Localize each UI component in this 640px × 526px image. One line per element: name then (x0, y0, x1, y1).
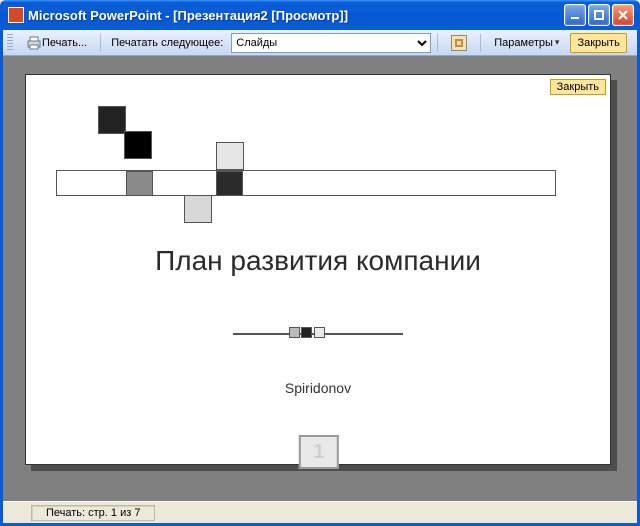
window-body: Печать... Печатать следующее: Слайды Пар… (0, 30, 640, 526)
minimize-button[interactable] (564, 4, 586, 26)
options-button[interactable]: Параметры ▾ (487, 33, 566, 53)
toolbar-grip[interactable] (7, 34, 13, 52)
printer-icon (26, 36, 42, 50)
slide-number-box: 1 (299, 435, 339, 469)
maximize-button[interactable] (588, 4, 610, 26)
close-window-button[interactable] (612, 4, 634, 26)
print-next-label: Печатать следующее: (107, 37, 227, 49)
print-button-label: Печать... (42, 37, 87, 49)
toolbar-separator (100, 34, 101, 52)
close-icon (617, 9, 629, 21)
slide-title: План развития компании (26, 245, 610, 277)
toolbar-separator (437, 34, 438, 52)
frame-slides-button[interactable] (444, 33, 474, 53)
preview-workspace[interactable]: Закрыть План развития компании Spiridono… (3, 56, 637, 501)
slide-author: Spiridonov (26, 380, 610, 396)
deco-square (216, 142, 244, 170)
print-what-select[interactable]: Слайды (231, 33, 431, 53)
deco-square (289, 327, 300, 338)
app-icon (8, 7, 24, 23)
options-button-label: Параметры (494, 37, 553, 49)
deco-square (216, 171, 243, 196)
deco-square (314, 327, 325, 338)
frame-icon (451, 35, 467, 51)
status-bar: Печать: стр. 1 из 7 (3, 501, 637, 523)
chevron-down-icon: ▾ (555, 37, 560, 48)
slide-content: План развития компании Spiridonov 1 (26, 75, 610, 464)
deco-square (184, 195, 212, 223)
deco-square (124, 131, 152, 159)
close-preview-label: Закрыть (577, 37, 619, 49)
deco-square (301, 327, 312, 338)
minimize-icon (569, 9, 581, 21)
slide-number: 1 (313, 441, 324, 464)
window-title: Microsoft PowerPoint - [Презентация2 [Пр… (28, 8, 564, 23)
window-controls (564, 4, 634, 26)
toolbar-separator (480, 34, 481, 52)
preview-page: Закрыть План развития компании Spiridono… (25, 74, 611, 465)
status-text: Печать: стр. 1 из 7 (31, 505, 155, 521)
deco-square (98, 106, 126, 134)
deco-square (126, 171, 153, 196)
titlebar: Microsoft PowerPoint - [Презентация2 [Пр… (0, 0, 640, 30)
print-button[interactable]: Печать... (19, 33, 94, 53)
close-preview-button[interactable]: Закрыть (570, 33, 626, 53)
print-preview-toolbar: Печать... Печатать следующее: Слайды Пар… (3, 30, 637, 56)
maximize-icon (593, 9, 605, 21)
